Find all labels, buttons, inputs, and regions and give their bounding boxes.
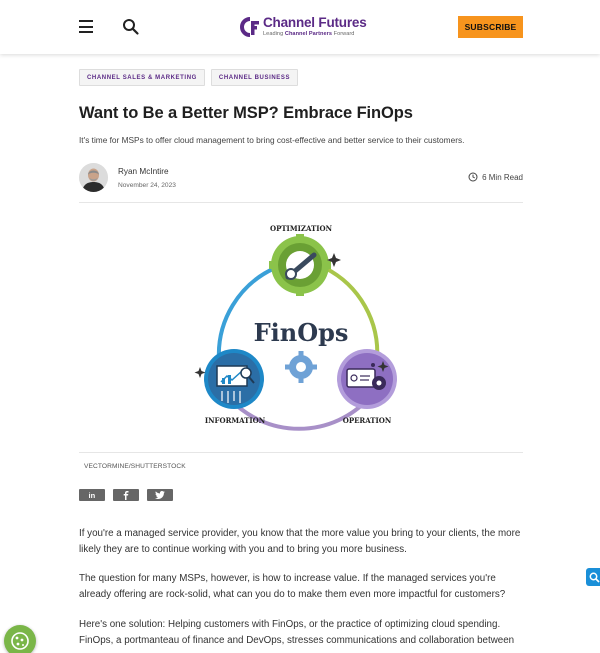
cookie-icon (11, 632, 29, 650)
site-header: Channel Futures Leading Channel Partners… (0, 0, 600, 54)
byline: Ryan McIntire November 24, 2023 6 Min Re… (79, 163, 523, 193)
divider (79, 452, 523, 453)
operation-icon (337, 349, 397, 409)
tag-channel-sales-marketing[interactable]: CHANNEL SALES & MARKETING (79, 69, 205, 86)
clock-icon (468, 172, 478, 182)
twitter-share-button[interactable] (147, 489, 173, 501)
article-dek: It's time for MSPs to offer cloud manage… (79, 135, 465, 145)
search-icon[interactable] (122, 18, 140, 36)
operation-label: OPERATION (343, 416, 392, 425)
hero-image: FinOps OPTIMIZATION INFORMATION OPERATIO… (79, 210, 523, 450)
read-time-label: 6 Min Read (482, 172, 523, 182)
author-avatar[interactable] (79, 163, 108, 192)
author-name[interactable]: Ryan McIntire (118, 167, 169, 176)
article-paragraph: The question for many MSPs, however, is … (79, 573, 506, 600)
article-title: Want to Be a Better MSP? Embrace FinOps (79, 104, 413, 122)
image-credit: VECTORMINE/SHUTTERSTOCK (84, 463, 186, 470)
facebook-icon (123, 490, 129, 500)
svg-text:in: in (89, 491, 96, 499)
center-gear-icon (285, 351, 317, 383)
finops-label: FinOps (254, 318, 349, 347)
twitter-icon (155, 491, 165, 499)
publish-date: November 24, 2023 (118, 182, 176, 189)
information-icon (194, 349, 264, 409)
accessibility-search-icon (589, 572, 600, 583)
logo-name: Channel Futures (263, 15, 367, 31)
facebook-share-button[interactable] (113, 489, 139, 501)
accessibility-widget-button[interactable] (586, 568, 600, 586)
site-logo[interactable]: Channel Futures Leading Channel Partners… (239, 14, 367, 40)
linkedin-icon: in (89, 491, 96, 499)
linkedin-share-button[interactable]: in (79, 489, 105, 501)
menu-icon[interactable] (79, 20, 93, 33)
information-label: INFORMATION (205, 416, 266, 425)
tag-list: CHANNEL SALES & MARKETING CHANNEL BUSINE… (79, 69, 299, 86)
subscribe-button[interactable]: SUBSCRIBE (458, 16, 523, 38)
optimization-label: OPTIMIZATION (270, 224, 333, 233)
article-paragraph: Here's one solution: Helping customers w… (79, 619, 515, 646)
read-time: 6 Min Read (468, 172, 523, 182)
optimization-icon (269, 234, 341, 296)
cookie-settings-button[interactable] (4, 625, 36, 653)
share-buttons: in (79, 489, 173, 501)
logo-mark-icon (239, 16, 261, 38)
divider (79, 202, 523, 203)
tag-channel-business[interactable]: CHANNEL BUSINESS (210, 69, 299, 86)
article-paragraph: If you're a managed service provider, yo… (79, 528, 521, 555)
logo-tagline: Leading Channel Partners Forward (263, 30, 355, 37)
